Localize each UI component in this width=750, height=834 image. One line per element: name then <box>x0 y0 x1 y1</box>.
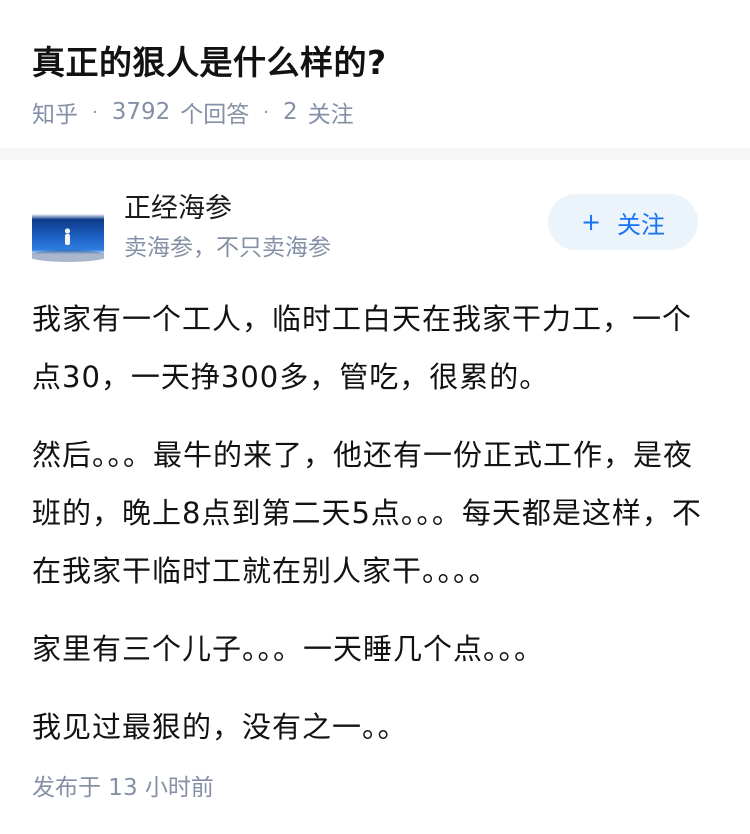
answer-paragraph: 然后。。。最牛的来了，他还有一份正式工作，是夜班的，晚上8点到第二天5点。。。每… <box>32 438 702 588</box>
question-meta: 知乎 · 3792 个回答 · 2 关注 <box>32 95 354 129</box>
question-header: 真正的狠人是什么样的? 知乎 · 3792 个回答 · 2 关注 <box>0 0 750 148</box>
publish-time: 发布于 13 小时前 <box>32 775 214 801</box>
answer-content: 我家有一个工人，临时工白天在我家干力工，一个点30，一天挣300多，管吃，很累的… <box>32 290 712 776</box>
avatar-icon[interactable] <box>32 198 104 270</box>
section-divider <box>0 148 750 160</box>
follow-count-label: 关注 <box>307 102 354 128</box>
answer-count-label: 个回答 <box>180 102 250 128</box>
answer-paragraph: 家里有三个儿子。。。一天睡几个点。。。 <box>32 632 545 666</box>
source-label[interactable]: 知乎 <box>32 95 78 129</box>
question-title[interactable]: 真正的狠人是什么样的? <box>32 36 387 84</box>
answer-paragraph: 我见过最狠的，没有之一。。 <box>32 710 408 744</box>
follow-button-label: 关注 <box>617 210 666 239</box>
answer-card: 正经海参 卖海参，不只卖海参 + 关注 我家有一个工人，临时工白天在我家干力工，… <box>0 160 750 834</box>
plus-icon: + <box>580 208 602 236</box>
meta-separator: · <box>92 101 98 123</box>
follow-button[interactable]: + 关注 <box>548 194 698 250</box>
meta-separator: · <box>263 101 270 123</box>
answer-count: 3792 <box>111 99 171 125</box>
answer-paragraph: 我家有一个工人，临时工白天在我家干力工，一个点30，一天挣300多，管吃，很累的… <box>32 302 693 394</box>
author-name[interactable]: 正经海参 <box>124 186 232 225</box>
author-bio: 卖海参，不只卖海参 <box>124 235 331 261</box>
follow-count: 2 <box>283 99 298 125</box>
